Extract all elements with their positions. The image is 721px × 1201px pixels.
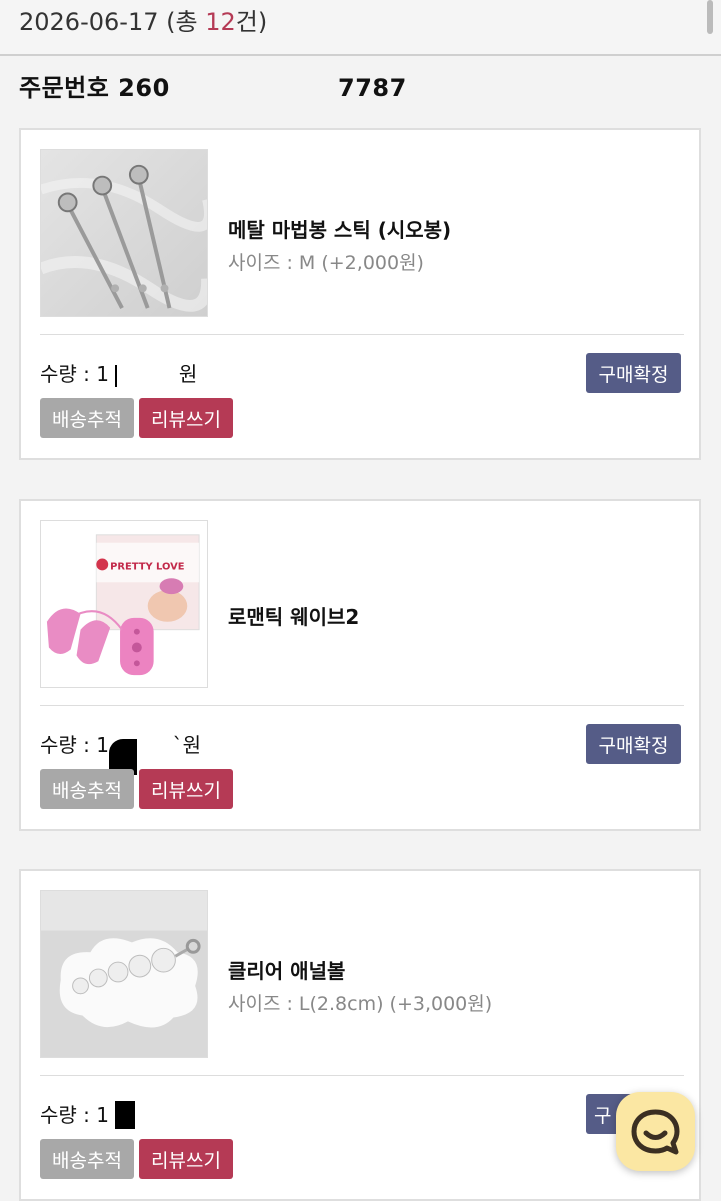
order-item-card: PRETTY LOVE 로맨틱 웨이브2 수량 : 1 `원 구매확정 배송추적…	[19, 499, 701, 831]
write-review-button[interactable]: 리뷰쓰기	[139, 398, 233, 438]
card-divider	[40, 334, 684, 335]
product-name[interactable]: 메탈 마법봉 스틱 (시오봉)	[228, 214, 451, 243]
quantity-label: 수량 : 1	[40, 362, 109, 386]
redaction-mark	[115, 365, 117, 387]
track-delivery-button[interactable]: 배송추적	[40, 398, 134, 438]
order-count-suffix: 건)	[235, 8, 268, 36]
product-option: 사이즈 : M (+2,000원)	[228, 252, 424, 274]
track-delivery-button[interactable]: 배송추적	[40, 769, 134, 809]
redaction-mark	[115, 1101, 135, 1129]
price-tail: `원	[172, 733, 201, 757]
order-item-card: 메탈 마법봉 스틱 (시오봉) 사이즈 : M (+2,000원) 수량 : 1…	[19, 128, 701, 460]
pretty-love-product-image: PRETTY LOVE	[41, 521, 207, 687]
price-tail: 원	[178, 362, 198, 386]
confirm-purchase-button[interactable]: 구매확정	[586, 353, 681, 393]
chat-bubble-icon	[631, 1109, 680, 1155]
product-option: 사이즈 : L(2.8cm) (+3,000원)	[228, 993, 493, 1015]
track-delivery-button[interactable]: 배송추적	[40, 1139, 134, 1179]
order-count-prefix: (총	[158, 8, 206, 36]
product-thumbnail[interactable]	[40, 890, 208, 1058]
product-thumbnail[interactable]	[40, 149, 208, 317]
quantity-price: 수량 : 1	[40, 1099, 109, 1128]
order-date-line: 2026-06-17 (총 12건)	[19, 2, 267, 37]
order-item-card: 클리어 애널볼 사이즈 : L(2.8cm) (+3,000원) 수량 : 1 …	[19, 869, 701, 1201]
order-date: 2026-06-17	[19, 8, 159, 36]
order-number: 주문번호 260 7787	[19, 74, 407, 102]
card-divider	[40, 705, 684, 706]
chat-button[interactable]	[616, 1092, 695, 1171]
confirm-purchase-button[interactable]: 구매확정	[586, 724, 681, 764]
card-divider	[40, 1075, 684, 1076]
quantity-label: 수량 : 1	[40, 1103, 109, 1127]
svg-text:PRETTY LOVE: PRETTY LOVE	[110, 561, 185, 572]
order-date-header: 2026-06-17 (총 12건)	[0, 0, 721, 56]
write-review-button[interactable]: 리뷰쓰기	[139, 769, 233, 809]
clear-bead-image	[41, 891, 207, 1057]
order-count: 12	[205, 8, 236, 36]
product-name[interactable]: 클리어 애널볼	[228, 955, 345, 984]
quantity-price: 수량 : 1 원	[40, 358, 197, 387]
scrollbar-thumb[interactable]	[707, 0, 713, 34]
write-review-button[interactable]: 리뷰쓰기	[139, 1139, 233, 1179]
product-name[interactable]: 로맨틱 웨이브2	[228, 601, 359, 630]
product-thumbnail[interactable]: PRETTY LOVE	[40, 520, 208, 688]
quantity-label: 수량 : 1	[40, 733, 109, 757]
metal-wand-image	[41, 150, 207, 316]
